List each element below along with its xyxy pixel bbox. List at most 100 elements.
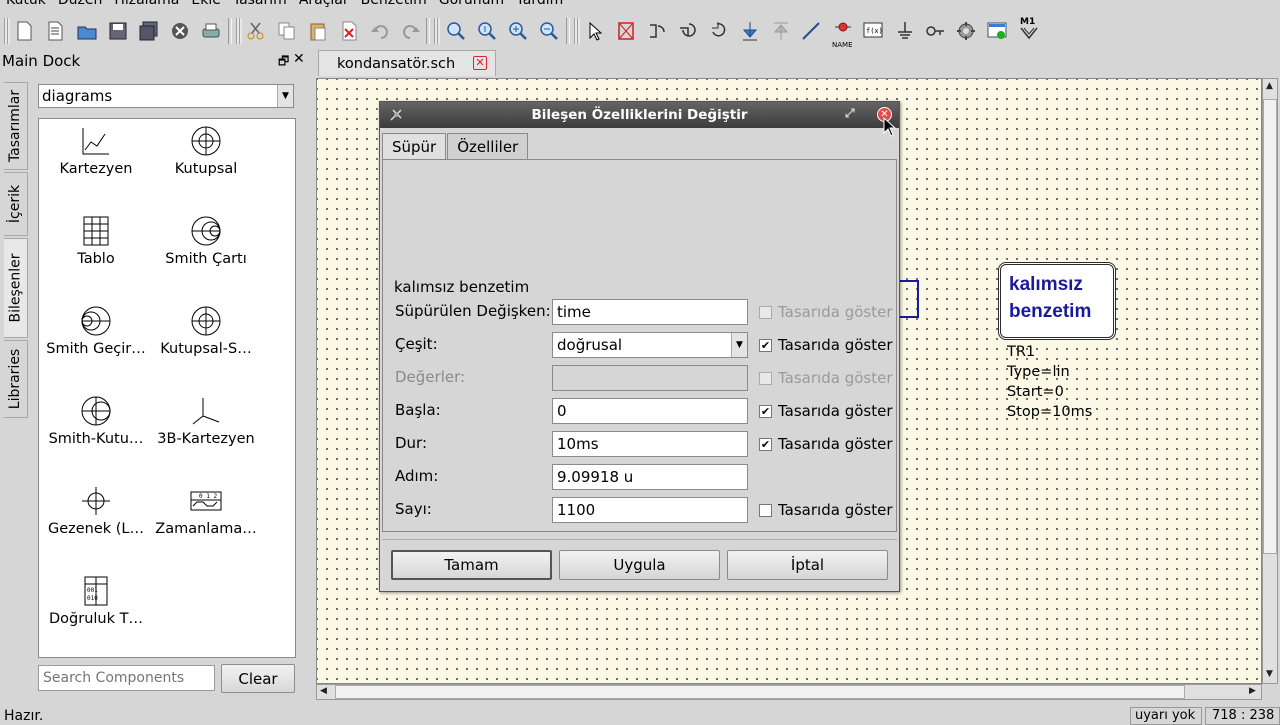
show-in-schematic-checkbox[interactable]: ✔ Tasarıda göster (759, 435, 893, 453)
copy-icon[interactable] (273, 18, 301, 44)
menu-item-4[interactable]: Tasarım (227, 0, 293, 10)
new-text-icon[interactable] (41, 18, 69, 44)
horizontal-scrollbar[interactable]: ◀ ▶ (316, 684, 1262, 700)
horizontal-scroll-thumb[interactable] (335, 685, 1185, 699)
menu-item-6[interactable]: Benzetim (355, 0, 433, 10)
diagram-item[interactable]: Kutupsal-S… (151, 301, 261, 371)
scroll-left-icon[interactable]: ◀ (320, 686, 327, 696)
field-input[interactable] (552, 398, 748, 424)
delete-icon[interactable] (335, 18, 363, 44)
ok-button[interactable]: Tamam (391, 550, 552, 580)
diagram-item[interactable]: Gezenek (L… (41, 481, 151, 551)
diagram-item[interactable]: 0 1 2 Zamanlama… (151, 481, 261, 551)
rotate-ccw-icon[interactable] (643, 18, 671, 44)
simulate-icon[interactable] (952, 18, 980, 44)
mirror-x-icon[interactable] (705, 18, 733, 44)
toolbar-handle[interactable] (434, 18, 440, 44)
toolbar-separator (426, 18, 430, 44)
tab-properties[interactable]: Özelliler (447, 133, 529, 159)
svg-text:001: 001 (87, 587, 98, 594)
diagram-item[interactable]: 3B-Kartezyen (151, 391, 261, 461)
sweep-type-select[interactable]: doğrusal ▼ (552, 332, 748, 358)
show-in-schematic-checkbox[interactable]: ✔ Tasarıda göster (759, 336, 893, 354)
menu-item-7[interactable]: Görünüm (433, 0, 510, 10)
field-label: Başla: (395, 401, 441, 419)
rotate-cw-icon[interactable] (674, 18, 702, 44)
show-in-schematic-checkbox[interactable]: ✔ Tasarıda göster (759, 402, 893, 420)
diagram-item[interactable]: Kartezyen (41, 121, 151, 191)
menu-item-1[interactable]: Düzen (52, 0, 109, 10)
paste-icon[interactable] (304, 18, 332, 44)
undo-icon[interactable] (366, 18, 394, 44)
search-components-input[interactable] (38, 665, 215, 691)
select-icon[interactable] (581, 18, 609, 44)
chevron-down-icon[interactable]: ▼ (277, 85, 293, 107)
dialog-titlebar[interactable]: Bileşen Özelliklerini Değiştir ⤢ ✕ (380, 102, 899, 128)
zoom-out-icon[interactable] (535, 18, 563, 44)
document-tab[interactable]: kondansatör.sch ✕ (318, 50, 496, 76)
checkbox-label: Tasarıda göster (778, 435, 893, 453)
ground-icon[interactable] (891, 18, 919, 44)
scroll-down-icon[interactable]: ▼ (1266, 669, 1273, 679)
menu-item-8[interactable]: Yardım (510, 0, 569, 10)
menu-item-0[interactable]: Kütük (0, 0, 52, 10)
port-icon[interactable] (921, 18, 949, 44)
go-up-icon[interactable] (767, 18, 795, 44)
warnings-indicator[interactable]: uyarı yok (1130, 707, 1202, 725)
zoom-1-icon[interactable] (473, 18, 501, 44)
close-doc-icon[interactable] (166, 18, 194, 44)
vertical-scroll-thumb[interactable] (1263, 99, 1277, 554)
zoom-in-icon[interactable] (504, 18, 532, 44)
diagram-item[interactable]: Smith Çartı (151, 211, 261, 281)
component-symbol-partial[interactable] (897, 280, 919, 318)
show-in-schematic-checkbox[interactable]: Tasarıda göster (759, 501, 893, 519)
cut-icon[interactable] (242, 18, 270, 44)
tab-sweep[interactable]: Süpür (382, 133, 447, 160)
vertical-scrollbar[interactable]: ▲ ▼ (1262, 78, 1278, 684)
field-input[interactable] (552, 431, 748, 457)
dpl-icon[interactable] (983, 18, 1011, 44)
diagram-item[interactable]: Kutupsal (151, 121, 261, 191)
simulation-block[interactable]: kalımsız benzetim (998, 262, 1116, 340)
equation-icon[interactable]: f(x) (859, 18, 887, 44)
open-icon[interactable] (73, 18, 101, 44)
dock-float-icon[interactable]: 🗗 (278, 52, 289, 73)
dialog-tabs: Süpür Özelliler (382, 133, 529, 160)
clear-button[interactable]: Clear (221, 664, 295, 693)
toolbar-handle[interactable] (574, 18, 580, 44)
apply-button[interactable]: Uygula (559, 550, 720, 580)
close-tab-icon[interactable]: ✕ (473, 56, 487, 70)
menu-item-2[interactable]: Hizalama (108, 0, 185, 10)
menu-item-5[interactable]: Araçlar (293, 0, 355, 10)
diagram-item[interactable]: Smith Geçir… (41, 301, 151, 371)
print-icon[interactable] (197, 18, 225, 44)
field-input[interactable] (552, 299, 748, 325)
diagram-item[interactable]: Smith-Kutu… (41, 391, 151, 461)
diagram-item-label: 3B-Kartezyen (157, 431, 255, 447)
save-icon[interactable] (104, 18, 132, 44)
scroll-right-icon[interactable]: ▶ (1249, 686, 1256, 696)
restore-icon[interactable]: ⤢ (845, 106, 855, 121)
field-label: Değerler: (395, 368, 466, 386)
menu-item-3[interactable]: Ekle (185, 0, 226, 10)
zoom-fit-icon[interactable] (442, 18, 470, 44)
save-all-icon[interactable] (135, 18, 163, 44)
diagram-item[interactable]: 001 010 Doğruluk T… (41, 571, 151, 641)
category-select[interactable]: diagrams ▼ (38, 84, 294, 108)
wire-icon[interactable] (797, 18, 825, 44)
deactivate-icon[interactable] (612, 18, 640, 44)
scroll-up-icon[interactable]: ▲ (1266, 81, 1273, 91)
chevron-down-icon[interactable]: ▼ (731, 333, 747, 357)
dock-close-icon[interactable]: ✕ (293, 51, 305, 67)
redo-icon[interactable] (397, 18, 425, 44)
new-icon[interactable] (10, 18, 38, 44)
marker-icon-caption: M1 (1020, 17, 1036, 27)
diagram-item-label: Smith Geçir… (46, 341, 146, 357)
mirror-y-icon[interactable] (736, 18, 764, 44)
timing-icon: 0 1 2 (151, 481, 261, 521)
field-input[interactable] (552, 497, 748, 523)
diagram-item[interactable]: Tablo (41, 211, 151, 281)
cancel-button[interactable]: İptal (727, 550, 888, 580)
simulation-type-label: kalımsız benzetim (394, 278, 530, 296)
field-input[interactable] (552, 464, 748, 490)
